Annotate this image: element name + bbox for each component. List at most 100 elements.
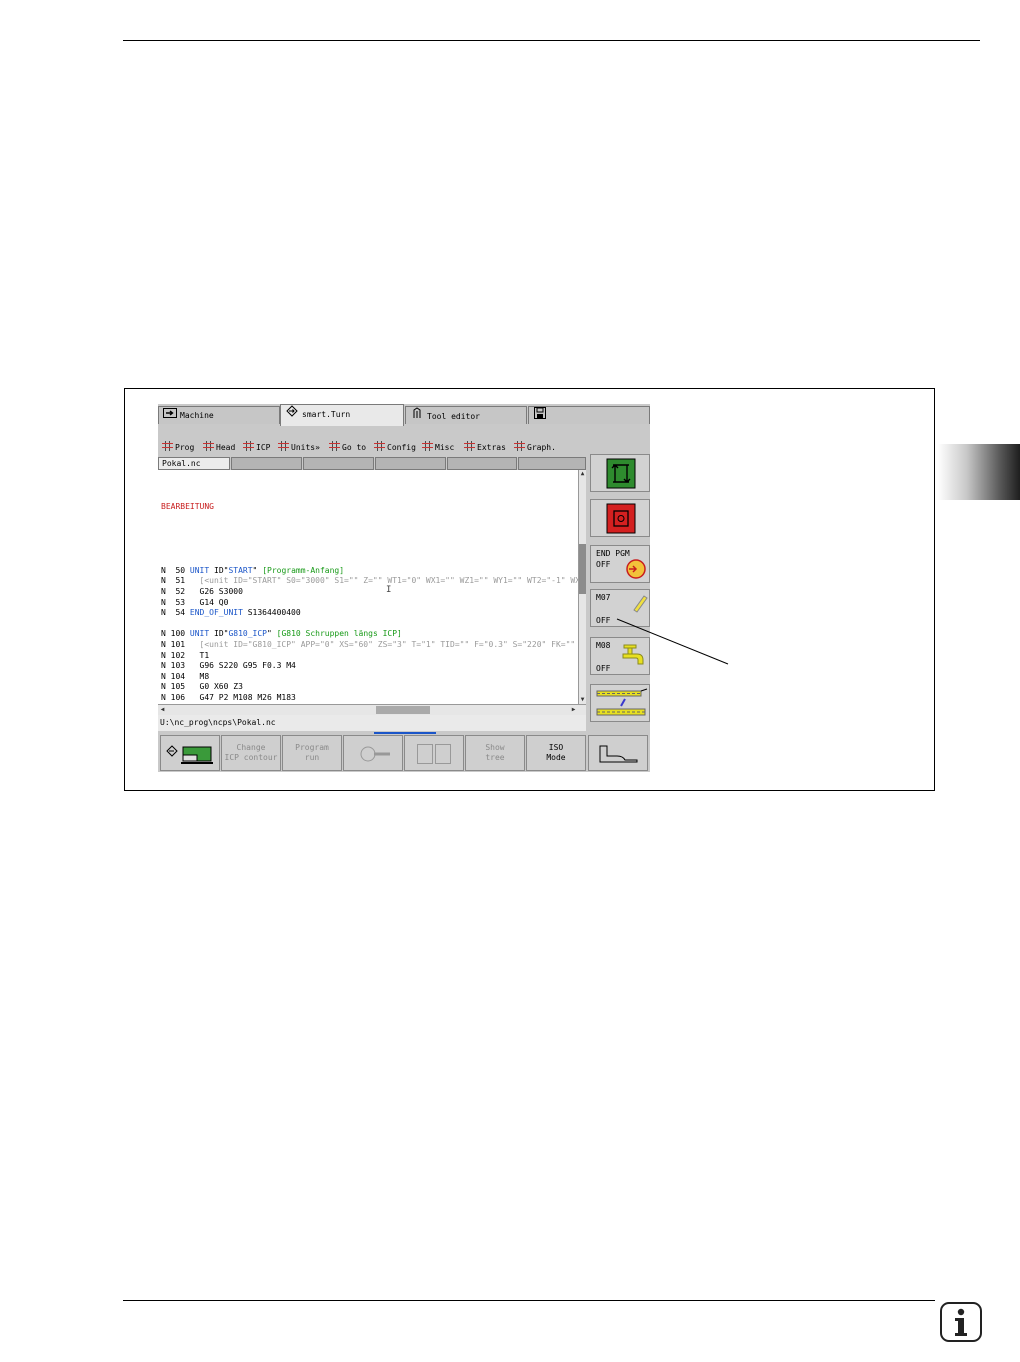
info-icon <box>940 1302 982 1342</box>
menu-prog[interactable]: Prog <box>162 441 194 454</box>
scrollbar-thumb[interactable] <box>376 706 430 714</box>
file-tab-empty[interactable] <box>303 457 374 470</box>
softkey-red-mode[interactable] <box>590 499 650 537</box>
menu-extras[interactable]: Extras <box>464 441 506 454</box>
mode-tabs: Machine smart.Turn Tool editor <box>158 404 650 426</box>
wear-compensation-icon <box>596 688 648 716</box>
program-editor[interactable]: BEARBEITUNG N 50 UNIT ID"START" [Program… <box>158 470 578 704</box>
menu-graph[interactable]: Graph. <box>514 441 556 454</box>
window-split-icon <box>417 744 433 764</box>
softkey-active-indicator <box>374 732 436 734</box>
softkey-change-icp-contour[interactable]: Change ICP contour <box>221 735 281 771</box>
menu-grid-icon <box>422 441 433 451</box>
file-tabs: Pokal.nc <box>158 457 586 470</box>
code-token: [<unit ID="START" S0="3000" S1="" Z="" W… <box>185 576 578 586</box>
file-tab-empty[interactable] <box>447 457 517 470</box>
pencil-icon <box>633 595 648 613</box>
softkey-smart-turn[interactable] <box>160 735 220 771</box>
code-line[interactable]: N 53 G14 Q0 <box>161 598 578 609</box>
tab-label: Tool editor <box>427 412 480 421</box>
code-line[interactable]: N 51 [<unit ID="START" S0="3000" S1="" Z… <box>161 576 578 587</box>
code-line[interactable]: N 100 UNIT ID"G810_ICP" [G810 Schruppen … <box>161 629 578 640</box>
code-token: G26 S3000 <box>185 586 243 596</box>
file-tab-empty[interactable] <box>375 457 446 470</box>
line-number: N 52 <box>161 586 186 596</box>
softkey-windows[interactable] <box>404 735 464 771</box>
menu-bar: Prog Head ICP Units» Go to Config Misc E… <box>158 439 588 455</box>
softkey-green-mode[interactable] <box>590 454 650 492</box>
menu-goto[interactable]: Go to <box>329 441 366 454</box>
code-line[interactable]: N 104 M8 <box>161 672 578 683</box>
section-heading: BEARBEITUNG <box>161 502 214 512</box>
green-switch-icon <box>606 458 636 489</box>
chapter-thumb-tab <box>938 444 1020 500</box>
menu-head[interactable]: Head <box>203 441 235 454</box>
scroll-up-icon[interactable]: ▲ <box>579 470 586 478</box>
tab-machine[interactable]: Machine <box>158 406 280 424</box>
code-token: START <box>228 565 253 575</box>
code-line[interactable]: N 105 G0 X60 Z3 <box>161 682 578 693</box>
softkey-m07[interactable]: M07 OFF <box>590 589 650 627</box>
code-line[interactable]: N 50 UNIT ID"START" [Programm-Anfang] <box>161 566 578 577</box>
window-split-icon <box>435 744 451 764</box>
scroll-left-icon[interactable]: ◀ <box>159 706 166 714</box>
menu-grid-icon <box>243 441 254 451</box>
horizontal-scrollbar[interactable]: ◀ ▶ <box>158 704 586 715</box>
softkey-program-run[interactable]: Program run <box>282 735 342 771</box>
code-line[interactable]: N 52 G26 S3000 <box>161 587 578 598</box>
menu-grid-icon <box>374 441 385 451</box>
line-number: N 103 <box>161 661 186 671</box>
code-token: " <box>266 629 277 639</box>
code-line[interactable]: N 103 G96 S220 G95 F0.3 M4 <box>161 661 578 672</box>
blank-line[interactable] <box>161 619 578 630</box>
code-token: G96 S220 G95 F0.3 M4 <box>185 661 296 671</box>
code-block: N 50 UNIT ID"START" [Programm-Anfang] N 5… <box>161 566 578 704</box>
tab-tool-editor[interactable]: Tool editor <box>405 406 527 424</box>
clock-arrow-icon <box>626 559 646 579</box>
file-tab-pokal[interactable]: Pokal.nc <box>158 457 230 470</box>
softkey-end-pgm[interactable]: END PGM OFF <box>590 545 650 583</box>
code-token: ID" <box>209 629 229 639</box>
menu-units[interactable]: Units» <box>278 441 320 454</box>
line-number: N 101 <box>161 639 186 649</box>
tab-label: smart.Turn <box>302 410 351 419</box>
menu-grid-icon <box>329 441 340 451</box>
menu-config[interactable]: Config <box>374 441 416 454</box>
vertical-scrollbar[interactable]: ▲ ▼ <box>578 470 586 704</box>
code-token: [G810 Schruppen längs ICP] <box>276 629 402 639</box>
cnc-screen: Machine smart.Turn Tool editor Prog Head… <box>158 404 650 772</box>
softkey-contour-graphic[interactable] <box>588 735 648 771</box>
contour-profile-icon <box>599 745 638 763</box>
scroll-right-icon[interactable]: ▶ <box>570 706 577 714</box>
code-token: UNIT <box>185 565 210 575</box>
line-number: N 105 <box>161 682 186 692</box>
menu-misc[interactable]: Misc <box>422 441 454 454</box>
code-token: T1 <box>185 650 210 660</box>
tab-label: Machine <box>180 411 214 420</box>
machine-arrow-icon <box>163 407 177 424</box>
menu-icp[interactable]: ICP <box>243 441 270 454</box>
file-tab-empty[interactable] <box>231 457 302 470</box>
softkey-wear[interactable] <box>590 684 650 722</box>
code-token: UNIT <box>185 629 210 639</box>
tab-smart-turn[interactable]: smart.Turn <box>280 404 404 426</box>
code-line[interactable]: N 101 [<unit ID="G810_ICP" APP="0" XS="6… <box>161 640 578 651</box>
scroll-down-icon[interactable]: ▼ <box>579 696 586 704</box>
tab-save[interactable] <box>528 406 650 424</box>
code-line[interactable]: N 102 T1 <box>161 651 578 662</box>
code-token: [Programm-Anfang] <box>262 565 345 575</box>
softkey-tool[interactable] <box>343 735 403 771</box>
smart-turn-unit-icon <box>166 745 213 764</box>
file-tab-empty[interactable] <box>518 457 586 470</box>
code-token: G810_ICP <box>228 629 267 639</box>
scrollbar-thumb[interactable] <box>579 544 586 594</box>
code-token: [<unit ID="G810_ICP" APP="0" XS="60" ZS=… <box>185 639 576 649</box>
page-bottom-rule <box>123 1300 935 1301</box>
softkey-iso-mode[interactable]: ISO Mode <box>526 735 586 771</box>
menu-grid-icon <box>203 441 214 451</box>
red-stop-icon <box>606 503 636 534</box>
softkey-show-tree[interactable]: Show tree <box>465 735 525 771</box>
code-line[interactable]: N 106 G47 P2 M108 M26 M183 <box>161 693 578 704</box>
code-line[interactable]: N 54 END_OF_UNIT S1364400400 <box>161 608 578 619</box>
softkey-m08[interactable]: M08 OFF <box>590 637 650 675</box>
